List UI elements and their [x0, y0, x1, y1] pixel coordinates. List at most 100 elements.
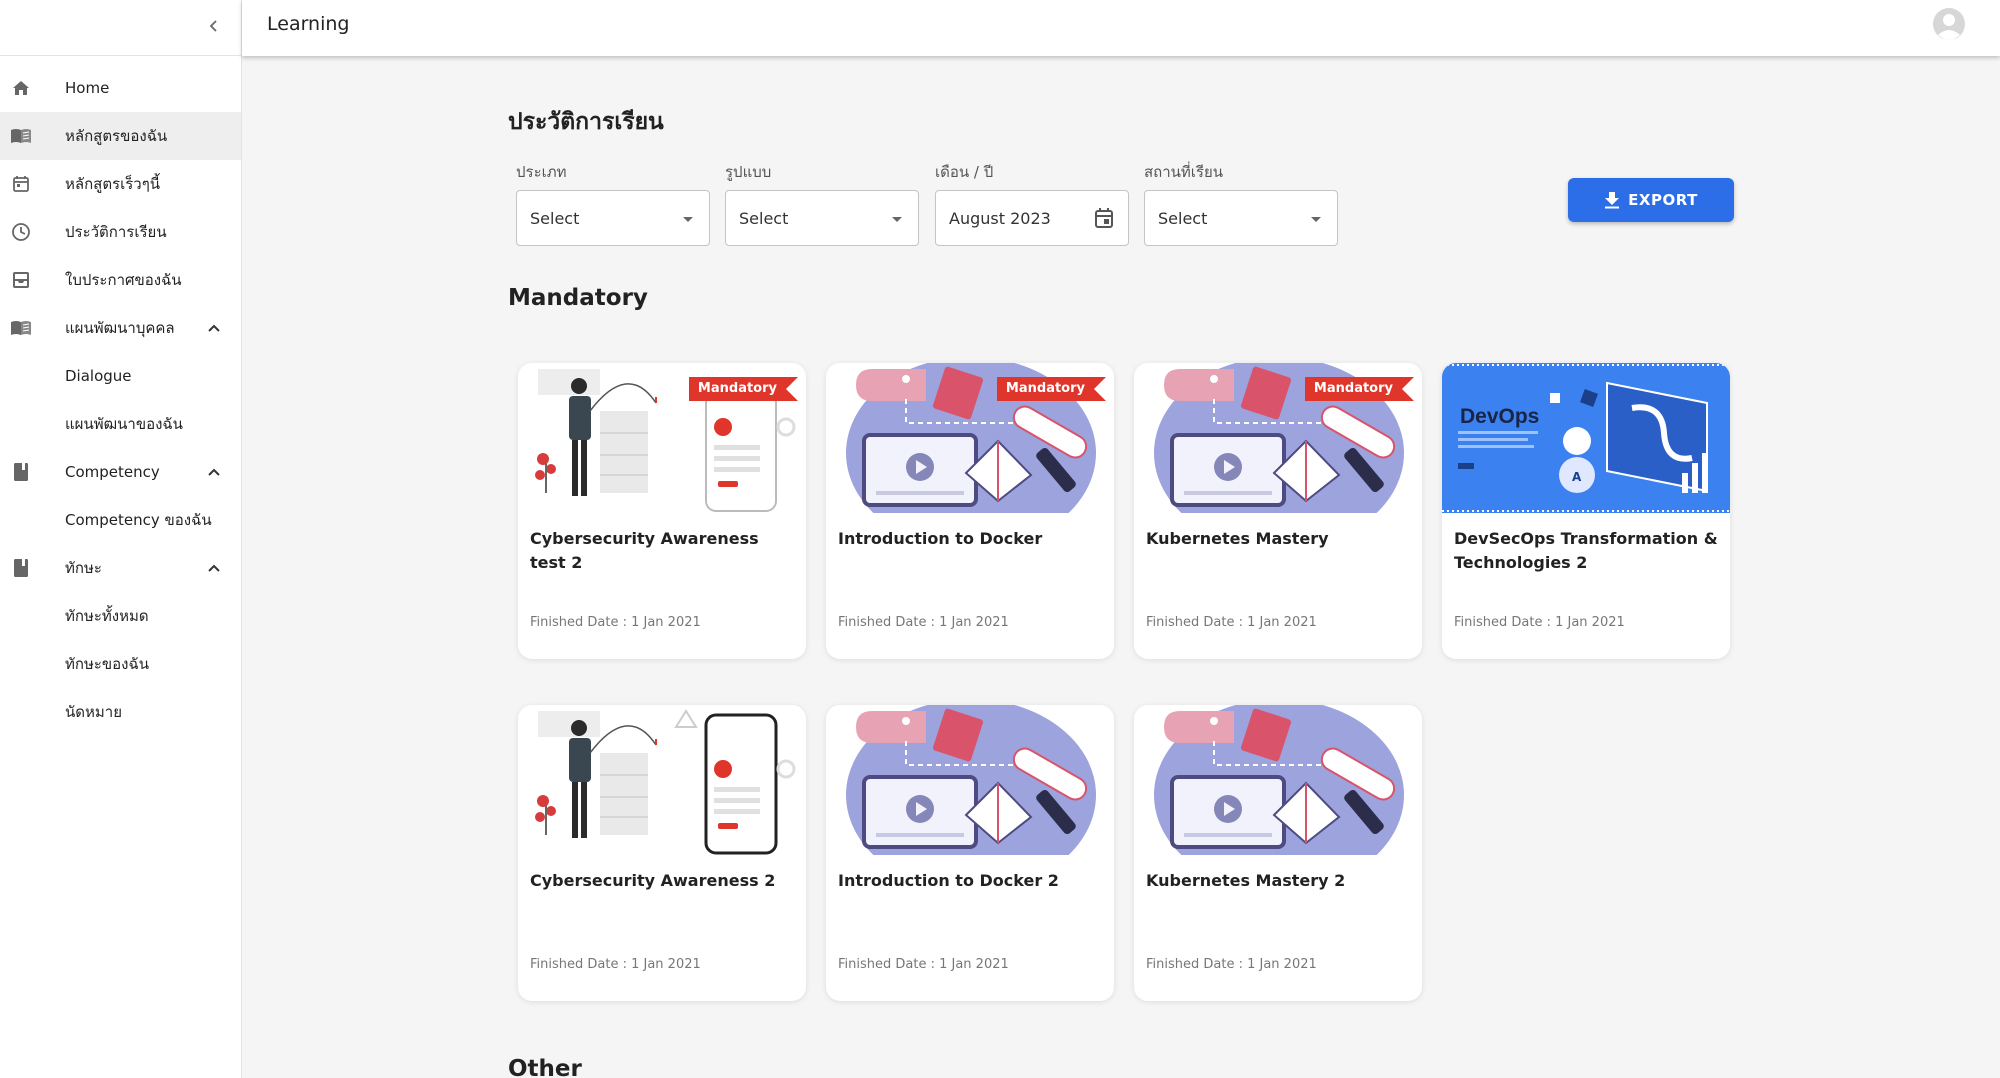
app-title: Learning — [267, 13, 350, 35]
course-card[interactable]: Mandatory Introduction to Docker Finishe… — [826, 363, 1114, 659]
course-card[interactable]: Introduction to Docker 2 Finished Date :… — [826, 705, 1114, 1001]
svg-text:A: A — [1572, 470, 1582, 484]
course-thumbnail — [826, 705, 1114, 855]
course-card[interactable]: Kubernetes Mastery 2 Finished Date : 1 J… — [1134, 705, 1422, 1001]
calendar-icon[interactable] — [1094, 207, 1114, 233]
filter-month-year-label: เดือน / ปี — [935, 163, 994, 181]
sidebar-item-skills[interactable]: ทักษะ — [0, 544, 241, 592]
filter-location-select[interactable]: Select — [1144, 190, 1338, 246]
sidebar-item-appointments[interactable]: นัดหมาย — [0, 688, 241, 736]
course-finished-date: Finished Date : 1 Jan 2021 — [838, 615, 1009, 630]
sidebar-item-home[interactable]: Home — [0, 64, 241, 112]
book-open-icon — [10, 317, 32, 339]
course-title: Cybersecurity Awareness 2 — [530, 871, 776, 890]
export-button[interactable]: EXPORT — [1568, 178, 1734, 222]
sidebar-item-my-skills[interactable]: ทักษะของฉัน — [0, 640, 241, 688]
course-finished-date: Finished Date : 1 Jan 2021 — [838, 957, 1009, 972]
account-circle-icon — [1933, 8, 1965, 40]
sidebar-item-all-skills[interactable]: ทักษะทั้งหมด — [0, 592, 241, 640]
filter-format-select[interactable]: Select — [725, 190, 919, 246]
course-card[interactable]: Mandatory Kubernetes Mastery Finished Da… — [1134, 363, 1422, 659]
sidebar-nav: Home หลักสูตรของฉัน หลักสูตรเร็วๆนี้ ประ… — [0, 56, 241, 736]
sidebar-item-upcoming-courses[interactable]: หลักสูตรเร็วๆนี้ — [0, 160, 241, 208]
sidebar-item-personal-plan[interactable]: แผนพัฒนาบุคคล — [0, 304, 241, 352]
sidebar-item-label: ประวัติการเรียน — [65, 223, 167, 241]
mandatory-badge: Mandatory — [996, 377, 1107, 401]
sidebar: Home หลักสูตรของฉัน หลักสูตรเร็วๆนี้ ประ… — [0, 0, 242, 1078]
cyber-illustration — [518, 705, 806, 855]
mandatory-badge: Mandatory — [688, 377, 799, 401]
sidebar-item-label: แผนพัฒนาบุคคล — [65, 319, 175, 337]
sidebar-item-label: ทักษะทั้งหมด — [65, 607, 149, 625]
sidebar-item-label: Competency ของฉัน — [65, 511, 212, 529]
avatar[interactable] — [1932, 7, 1966, 41]
course-card[interactable]: Cybersecurity Awareness 2 Finished Date … — [518, 705, 806, 1001]
sidebar-item-competency[interactable]: Competency — [0, 448, 241, 496]
sidebar-item-label: นัดหมาย — [65, 703, 122, 721]
course-card[interactable]: Mandatory Cybersecurity Awareness test 2… — [518, 363, 806, 659]
calendar-icon — [10, 173, 32, 195]
filter-month-year-picker[interactable]: August 2023 — [935, 190, 1129, 246]
sidebar-item-label: แผนพัฒนาของฉัน — [65, 415, 183, 433]
section-title-mandatory: Mandatory — [508, 285, 648, 311]
filter-location-value: Select — [1158, 209, 1208, 228]
sidebar-item-my-development-plan[interactable]: แผนพัฒนาของฉัน — [0, 400, 241, 448]
course-finished-date: Finished Date : 1 Jan 2021 — [530, 615, 701, 630]
course-title: DevSecOps Transformation & Technologies … — [1454, 529, 1718, 572]
course-finished-date: Finished Date : 1 Jan 2021 — [530, 957, 701, 972]
filter-format-value: Select — [739, 209, 789, 228]
chevron-up-icon[interactable] — [204, 462, 224, 482]
top-app-bar: Learning — [242, 0, 2000, 56]
online-learning-illustration — [826, 705, 1114, 855]
filter-location-label: สถานที่เรียน — [1144, 163, 1224, 181]
course-title: Kubernetes Mastery — [1146, 529, 1329, 548]
sidebar-item-label: Home — [65, 79, 110, 97]
devops-illustration: A — [1442, 363, 1730, 513]
sidebar-item-my-courses[interactable]: หลักสูตรของฉัน — [0, 112, 241, 160]
sidebar-item-label: ทักษะ — [65, 559, 102, 577]
devops-image-text: DevOps — [1460, 405, 1540, 428]
export-label: EXPORT — [1628, 191, 1698, 209]
course-card[interactable]: A DevOps DevSecOps Transformation & Tech… — [1442, 363, 1730, 659]
sidebar-item-label: หลักสูตรของฉัน — [65, 127, 168, 145]
filter-format-label: รูปแบบ — [725, 163, 772, 181]
sidebar-item-label: Competency — [65, 463, 160, 481]
book-icon — [10, 461, 32, 483]
course-thumbnail — [518, 705, 806, 855]
filter-type-value: Select — [530, 209, 580, 228]
caret-down-icon — [892, 217, 902, 222]
sidebar-item-learning-history[interactable]: ประวัติการเรียน — [0, 208, 241, 256]
course-finished-date: Finished Date : 1 Jan 2021 — [1146, 957, 1317, 972]
course-thumbnail — [1134, 705, 1422, 855]
mandatory-badge: Mandatory — [1304, 377, 1415, 401]
chevron-left-icon — [209, 20, 217, 32]
sidebar-item-label: ใบประกาศของฉัน — [65, 271, 182, 289]
filter-type-select[interactable]: Select — [516, 190, 710, 246]
course-title: Kubernetes Mastery 2 — [1146, 871, 1346, 890]
caret-down-icon — [683, 217, 693, 222]
section-title-other: Other — [508, 1056, 582, 1078]
collapse-sidebar-button[interactable] — [200, 12, 228, 40]
clock-icon — [10, 221, 32, 243]
course-title: Introduction to Docker 2 — [838, 871, 1059, 890]
sidebar-item-my-certificates[interactable]: ใบประกาศของฉัน — [0, 256, 241, 304]
sidebar-item-my-competency[interactable]: Competency ของฉัน — [0, 496, 241, 544]
book-icon — [10, 557, 32, 579]
course-title: Cybersecurity Awareness test 2 — [530, 529, 759, 572]
filter-type-label: ประเภท — [516, 163, 567, 181]
main-content: ประวัติการเรียน ประเภท Select รูปแบบ Sel… — [242, 56, 2000, 1078]
home-icon — [10, 77, 32, 99]
sidebar-item-label: ทักษะของฉัน — [65, 655, 149, 673]
sidebar-header — [0, 0, 241, 56]
sidebar-item-dialogue[interactable]: Dialogue — [0, 352, 241, 400]
download-icon — [1605, 192, 1620, 209]
sidebar-item-label: หลักสูตรเร็วๆนี้ — [65, 175, 161, 193]
chevron-up-icon[interactable] — [204, 558, 224, 578]
book-open-icon — [10, 125, 32, 147]
online-learning-illustration — [1134, 705, 1422, 855]
caret-down-icon — [1311, 217, 1321, 222]
chevron-up-icon[interactable] — [204, 318, 224, 338]
course-finished-date: Finished Date : 1 Jan 2021 — [1454, 615, 1625, 630]
filter-month-year-value: August 2023 — [949, 209, 1051, 228]
page-title: ประวัติการเรียน — [508, 109, 664, 135]
